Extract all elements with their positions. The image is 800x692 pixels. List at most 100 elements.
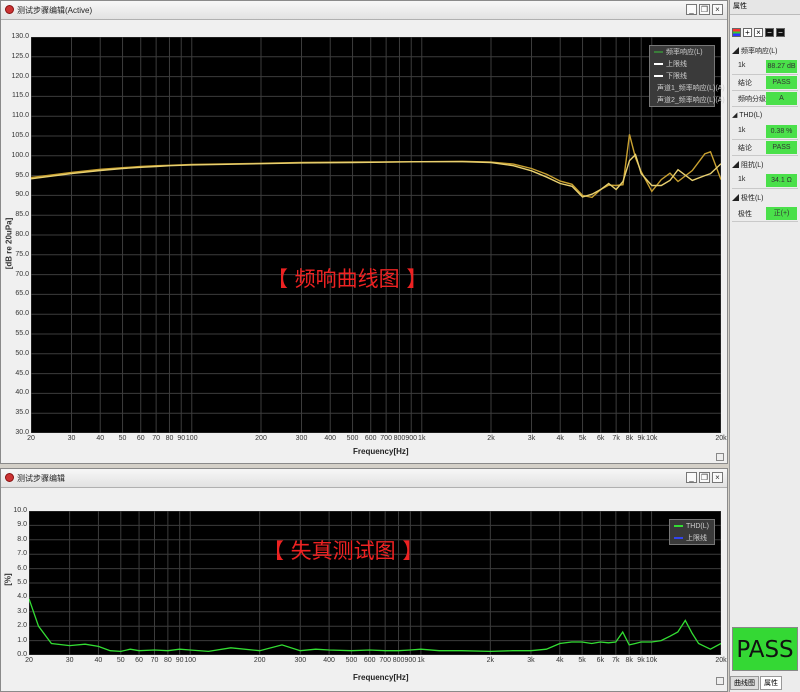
- fr-legend: 频率响应(L) 上限线下限线声道1_频率响应(L)(A) 声道2_频率响应(L)(A…: [649, 45, 725, 107]
- property-group-name: THD(L): [739, 112, 763, 119]
- legend-entry: 频率响应(L): [650, 46, 714, 58]
- legend-entry: 声道1_频率响应(L)(A): [650, 82, 725, 94]
- y-tick-label: 115.0: [12, 92, 29, 100]
- property-group-name: 频率响应(L): [740, 48, 778, 55]
- property-group-header[interactable]: ◢ 频率响应(L): [732, 46, 778, 56]
- x-tick-label: 700: [379, 657, 391, 664]
- property-value: 正(+): [766, 207, 797, 220]
- property-value: PASS: [766, 76, 797, 89]
- y-tick-label: 45.0: [15, 369, 29, 377]
- overall-result-badge: PASS: [732, 627, 798, 671]
- x-tick-label: 70: [150, 657, 159, 664]
- expand-arrow-icon[interactable]: ◢: [732, 195, 741, 202]
- property-group-header[interactable]: ◢ 阻抗(L): [732, 160, 764, 170]
- grid-view-icon[interactable]: [732, 28, 741, 37]
- x-tick-label: 500: [345, 657, 358, 664]
- property-group-name: 极性(L): [740, 195, 764, 202]
- property-value: PASS: [766, 141, 797, 154]
- y-tick-label: 105.0: [11, 132, 29, 139]
- thd-corner-button[interactable]: [716, 677, 724, 685]
- x-tick-label: 2k: [486, 657, 495, 664]
- property-row[interactable]: 结论 PASS: [732, 75, 798, 90]
- x-tick-label: 20k: [715, 657, 727, 664]
- legend-label: 声道2_频率响应(L)(A): [657, 97, 725, 104]
- x-tick-label: 2k: [487, 435, 495, 442]
- restore-icon[interactable]: ❐: [699, 472, 710, 483]
- y-tick-label: 7.0: [17, 550, 27, 558]
- expand-arrow-icon[interactable]: ◢: [732, 162, 741, 169]
- property-group-header[interactable]: ◢ THD(L): [732, 111, 762, 119]
- y-tick-label: 5.0: [17, 579, 27, 586]
- property-row[interactable]: 结论 PASS: [732, 140, 798, 155]
- row-divider: [732, 188, 798, 189]
- x-tick-label: 50: [118, 435, 127, 442]
- panel-tabs: 曲线图 属性: [730, 676, 783, 690]
- x-tick-label: 200: [253, 657, 266, 664]
- x-tick-label: 300: [294, 657, 307, 664]
- property-row[interactable]: 1k 0.38 %: [732, 124, 798, 139]
- properties-panel-title: 属性: [730, 0, 800, 15]
- x-tick-label: 100: [185, 435, 198, 442]
- property-row[interactable]: 频响分级 A: [732, 91, 798, 106]
- y-tick-label: 80.0: [15, 231, 29, 238]
- tab-properties[interactable]: 属性: [760, 676, 782, 690]
- property-row[interactable]: 1k 34.1 Ω: [732, 173, 798, 188]
- add-icon[interactable]: +: [743, 28, 752, 37]
- x-tick-label: 400: [324, 435, 337, 442]
- x-tick-label: 6k: [597, 435, 605, 442]
- x-tick-label: 80: [165, 435, 174, 442]
- delete-icon[interactable]: ×: [754, 28, 763, 37]
- y-tick-label: 110.0: [12, 112, 29, 120]
- fr-corner-button[interactable]: [716, 453, 724, 461]
- property-row[interactable]: 极性 正(+): [732, 206, 798, 221]
- property-value: 0.38 %: [766, 125, 797, 138]
- y-tick-label: 100.0: [11, 151, 29, 159]
- x-tick-label: 10k: [645, 657, 658, 664]
- property-key: 极性: [738, 211, 752, 218]
- y-tick-label: 120.0: [11, 72, 29, 80]
- y-tick-label: 9.0: [17, 521, 27, 529]
- expand-icon[interactable]: −: [776, 28, 785, 37]
- thd-chart-caption: 【 失真测试图 】: [263, 539, 424, 563]
- tab-curves[interactable]: 曲线图: [730, 676, 759, 690]
- property-group-header[interactable]: ◢ 极性(L): [732, 193, 764, 203]
- thd-window: 测试步骤编辑 _ ❐ × [%] 10.0 9.0 8.0 7.0 6.0 5.0 4.0 3…: [0, 468, 728, 692]
- close-icon[interactable]: ×: [712, 472, 723, 483]
- y-tick-label: 4.0: [17, 593, 27, 601]
- x-tick-label: 1k: [418, 435, 426, 442]
- close-icon[interactable]: ×: [712, 4, 723, 15]
- x-tick-label: 40: [96, 435, 105, 442]
- minimize-icon[interactable]: _: [686, 4, 697, 15]
- y-tick-label: 40.0: [15, 389, 29, 397]
- x-tick-label: 30: [67, 435, 76, 442]
- legend-entry: 下限线: [650, 70, 714, 82]
- minimize-icon[interactable]: _: [686, 472, 697, 483]
- collapse-icon[interactable]: −: [765, 28, 774, 37]
- x-tick-label: 400: [323, 657, 335, 664]
- restore-icon[interactable]: ❐: [699, 4, 710, 15]
- legend-label: 下限线: [666, 73, 687, 80]
- property-key: 频响分级: [738, 96, 766, 103]
- x-tick-label: 20: [27, 435, 35, 442]
- x-tick-label: 600: [363, 657, 376, 664]
- row-divider: [732, 155, 798, 156]
- y-tick-label: 3.0: [17, 607, 27, 615]
- expand-arrow-icon[interactable]: ◢: [732, 48, 741, 55]
- frequency-response-chart: [31, 37, 721, 433]
- app-icon: [5, 473, 14, 482]
- x-tick-label: 600: [364, 435, 377, 442]
- legend-entry: 上限线: [650, 58, 714, 70]
- thd-plot-area[interactable]: THD(L) 上限线 【 失真测试图 】: [29, 511, 721, 655]
- x-tick-label: 100: [184, 657, 197, 664]
- thd-chart: [29, 511, 721, 655]
- legend-swatch: [654, 63, 663, 65]
- row-divider: [732, 106, 798, 107]
- fr-x-axis-title: Frequency[Hz]: [353, 447, 409, 456]
- y-tick-label: 85.0: [15, 211, 29, 219]
- property-value: 34.1 Ω: [766, 174, 797, 187]
- property-row[interactable]: 1k 88.27 dB: [732, 59, 798, 74]
- fr-plot-area[interactable]: 频率响应(L) 上限线下限线声道1_频率响应(L)(A) 声道2_频率响应(L)(A…: [31, 37, 725, 433]
- thd-titlebar[interactable]: 测试步骤编辑 _ ❐ ×: [1, 469, 727, 488]
- legend-label: 声道1_频率响应(L)(A): [657, 85, 725, 92]
- fr-titlebar[interactable]: 测试步骤编辑(Active) _ ❐ ×: [1, 1, 727, 20]
